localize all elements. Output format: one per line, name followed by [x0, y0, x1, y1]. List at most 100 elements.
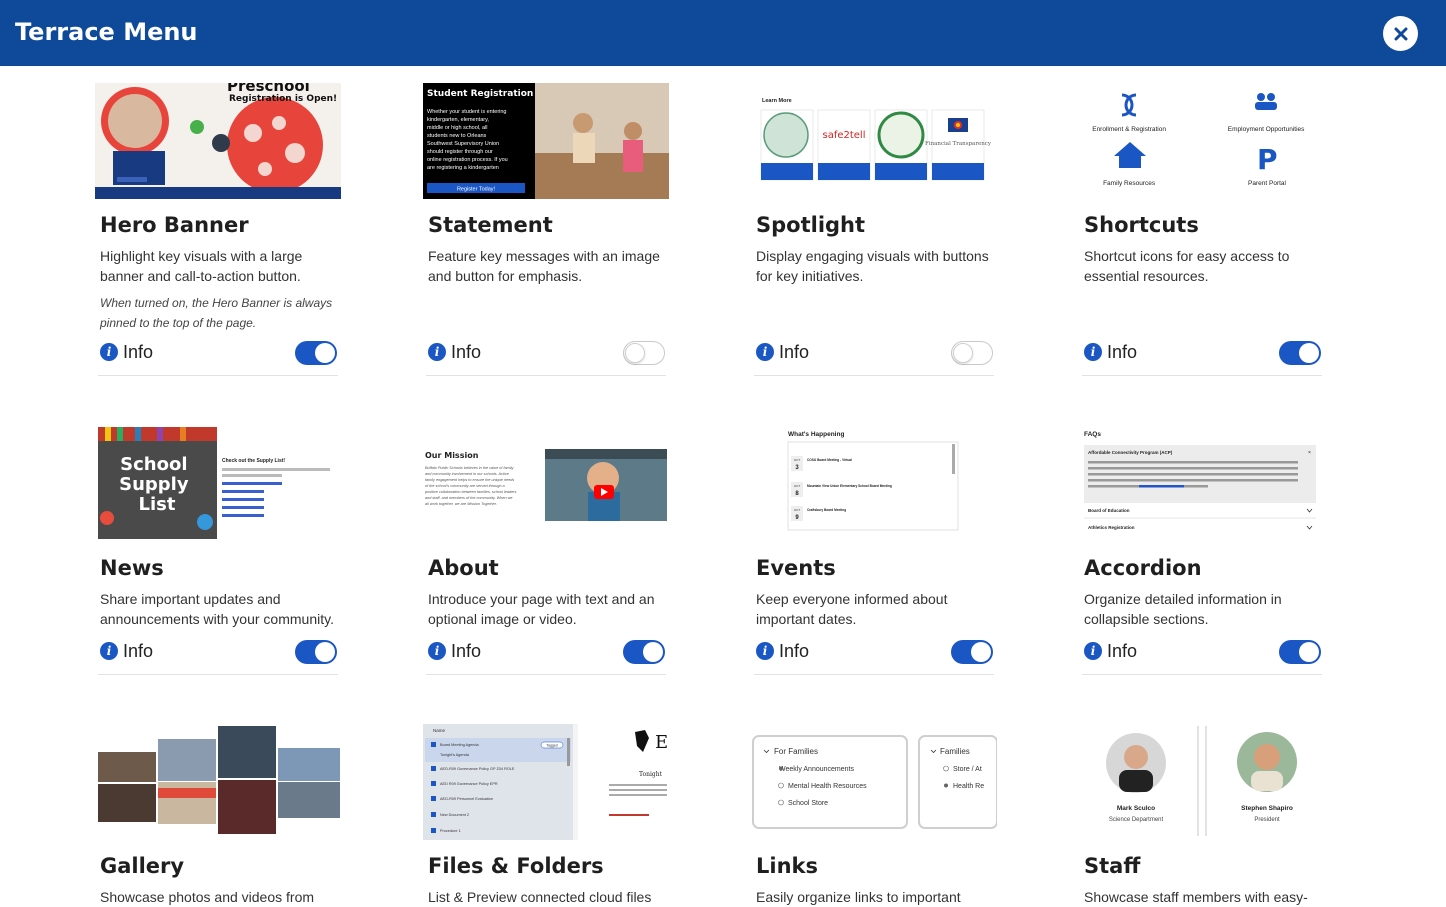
- svg-text:Mountain View Union Elementary: Mountain View Union Elementary School Bo…: [807, 484, 892, 488]
- statement-preview: Student Registration Whether your studen…: [423, 83, 669, 199]
- card-title: Statement: [428, 213, 553, 237]
- gallery-preview: [95, 724, 341, 840]
- card-events: What's Happening OCT 3 COSU Board Meetin…: [751, 426, 997, 686]
- divider: [426, 674, 666, 675]
- card-accordion: FAQs Affordable Connectivity Program (AC…: [1079, 426, 1325, 686]
- toggle-knob: [315, 642, 335, 662]
- toggle-knob: [643, 642, 663, 662]
- svg-text:Store / At: Store / At: [953, 766, 982, 773]
- svg-text:Board of Education: Board of Education: [1088, 508, 1130, 513]
- statement-thumb-title: Student Registration: [427, 89, 533, 99]
- toggle-events[interactable]: [951, 640, 993, 664]
- toggle-about[interactable]: [623, 640, 665, 664]
- card-title: About: [428, 556, 499, 580]
- svg-text:Weekly Announcements: Weekly Announcements: [779, 766, 854, 773]
- info-link[interactable]: Info: [779, 342, 809, 363]
- toggle-shortcuts[interactable]: [1279, 341, 1321, 365]
- info-row: i Info: [1082, 640, 1322, 664]
- card-statement: Student Registration Whether your studen…: [423, 83, 669, 383]
- card-description: Organize detailed information in collaps…: [1084, 591, 1282, 627]
- card-title: Shortcuts: [1084, 213, 1199, 237]
- card-description: Keep everyone informed about important d…: [756, 591, 948, 627]
- info-row: i Info: [98, 640, 338, 664]
- card-staff: Mark Sculco Science Department Stephen S…: [1079, 724, 1325, 905]
- svg-text:OCT: OCT: [794, 458, 801, 462]
- card-shortcuts: P Enrollment & Registration Employment O…: [1079, 83, 1325, 383]
- modal-title: Terrace Menu: [15, 18, 198, 46]
- info-row: i Info: [426, 341, 666, 365]
- svg-text:OCT: OCT: [794, 508, 801, 512]
- info-icon[interactable]: i: [100, 642, 118, 660]
- news-preview: School Supply List Check out the Supply …: [95, 426, 341, 542]
- info-link[interactable]: Info: [1107, 641, 1137, 662]
- toggle-spotlight[interactable]: [951, 341, 993, 365]
- svg-text:AED-R09 Personnel Evaluation: AED-R09 Personnel Evaluation: [440, 797, 493, 801]
- card-description: Highlight key visuals with a large banne…: [100, 248, 303, 284]
- card-title: Accordion: [1084, 556, 1202, 580]
- accordion-thumb-heading: FAQs: [1084, 431, 1101, 438]
- svg-text:Athletics Registration: Athletics Registration: [1088, 525, 1135, 530]
- about-preview: Our Mission Buffalo Public Schools belie…: [423, 426, 669, 542]
- card-note: When turned on, the Hero Banner is alway…: [100, 296, 333, 330]
- svg-text:Families: Families: [940, 747, 970, 756]
- card-gallery: Gallery Showcase photos and videos from: [95, 724, 341, 905]
- info-icon[interactable]: i: [756, 642, 774, 660]
- svg-text:Mark Sculco: Mark Sculco: [1117, 805, 1155, 812]
- links-preview: For Families Weekly Announcements Mental…: [751, 724, 997, 840]
- info-link[interactable]: Info: [779, 641, 809, 662]
- card-title: Spotlight: [756, 213, 866, 237]
- info-icon[interactable]: i: [1084, 642, 1102, 660]
- spotlight-thumb-heading: Learn More: [762, 98, 792, 104]
- info-icon[interactable]: i: [756, 343, 774, 361]
- info-row: i Info: [98, 341, 338, 365]
- toggle-statement[interactable]: [623, 341, 665, 365]
- card-title: Gallery: [100, 854, 185, 878]
- card-description: List & Preview connected cloud files: [428, 889, 652, 905]
- card-description: Easily organize links to important: [756, 889, 961, 905]
- svg-text:Tonight: Tonight: [639, 771, 663, 778]
- divider: [98, 375, 338, 376]
- card-links: For Families Weekly Announcements Mental…: [751, 724, 997, 905]
- info-link[interactable]: Info: [451, 342, 481, 363]
- info-icon[interactable]: i: [100, 343, 118, 361]
- svg-text:Mental Health Resources: Mental Health Resources: [788, 783, 867, 790]
- info-icon[interactable]: i: [428, 343, 446, 361]
- info-row: i Info: [426, 640, 666, 664]
- card-hero-banner: Preschool Registration is Open! Hero Ban…: [95, 83, 341, 383]
- divider: [1082, 674, 1322, 675]
- svg-text:School Store: School Store: [788, 800, 828, 807]
- close-button[interactable]: [1383, 16, 1418, 51]
- info-icon[interactable]: i: [1084, 343, 1102, 361]
- info-link[interactable]: Info: [1107, 342, 1137, 363]
- card-files-folders: Name Board Meeting Agenda Tonight's Agen…: [423, 724, 669, 905]
- divider: [754, 375, 994, 376]
- toggle-hero-banner[interactable]: [295, 341, 337, 365]
- accordion-preview: FAQs Affordable Connectivity Program (AC…: [1079, 426, 1325, 542]
- toggle-news[interactable]: [295, 640, 337, 664]
- svg-text:Tagged: Tagged: [546, 744, 558, 748]
- info-icon[interactable]: i: [428, 642, 446, 660]
- divider: [754, 674, 994, 675]
- card-news: School Supply List Check out the Supply …: [95, 426, 341, 686]
- toggle-accordion[interactable]: [1279, 640, 1321, 664]
- info-row: i Info: [754, 341, 994, 365]
- section-grid: Preschool Registration is Open! Hero Ban…: [0, 66, 1446, 905]
- statement-thumb-button: Register Today!: [457, 187, 496, 193]
- info-link[interactable]: Info: [451, 641, 481, 662]
- hero-banner-preview: Preschool Registration is Open!: [95, 83, 341, 199]
- svg-text:AED R09 Governance Policy EPR: AED R09 Governance Policy EPR: [440, 782, 498, 786]
- card-description: Introduce your page with text and an opt…: [428, 591, 655, 627]
- card-description: Feature key messages with an image and b…: [428, 248, 660, 284]
- card-title: Links: [756, 854, 818, 878]
- svg-text:Registration is Open!: Registration is Open!: [229, 94, 337, 104]
- card-description: Shortcut icons for easy access to essent…: [1084, 248, 1290, 284]
- spotlight-preview: Learn More safe2tell Financial Transpare…: [751, 83, 997, 199]
- svg-text:COSU Board Meeting - Virtual: COSU Board Meeting - Virtual: [807, 458, 852, 462]
- info-row: i Info: [754, 640, 994, 664]
- svg-text:Craftsbury Board Meeting: Craftsbury Board Meeting: [807, 508, 846, 512]
- info-link[interactable]: Info: [123, 342, 153, 363]
- card-title: Files & Folders: [428, 854, 604, 878]
- toggle-knob: [625, 343, 645, 363]
- info-link[interactable]: Info: [123, 641, 153, 662]
- card-title: Events: [756, 556, 836, 580]
